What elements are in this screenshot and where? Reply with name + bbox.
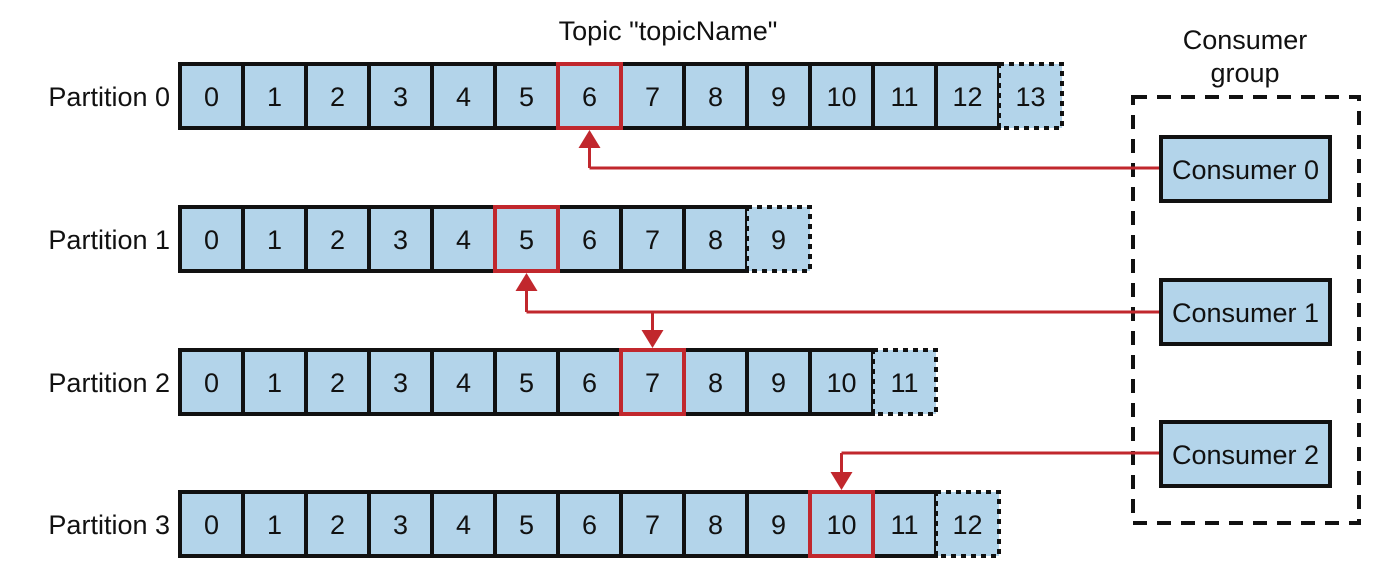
- offset-label: 1: [267, 225, 282, 255]
- offset-label: 9: [771, 510, 786, 540]
- offset-label: 0: [204, 225, 219, 255]
- offset-label: 0: [204, 510, 219, 540]
- next-offset-label: 13: [1015, 82, 1045, 112]
- arrow-head-icon: [515, 273, 538, 291]
- next-offset-label: 12: [952, 510, 982, 540]
- offset-label: 1: [267, 82, 282, 112]
- offset-label: 10: [826, 368, 856, 398]
- offset-label: 10: [826, 82, 856, 112]
- partition-label: Partition 2: [48, 368, 170, 398]
- offset-label: 2: [330, 368, 345, 398]
- offset-label: 6: [582, 368, 597, 398]
- offset-label: 4: [456, 368, 471, 398]
- offset-label: 8: [708, 82, 723, 112]
- offset-label: 7: [645, 510, 660, 540]
- kafka-consumer-group-diagram: Topic "topicName" Consumer group Partiti…: [48, 16, 1361, 558]
- offset-label: 4: [456, 82, 471, 112]
- offset-label: 0: [204, 82, 219, 112]
- offset-label: 5: [519, 82, 534, 112]
- offset-label: 5: [519, 510, 534, 540]
- consumer-group-label-line1: Consumer: [1183, 25, 1308, 55]
- offset-label: 7: [645, 225, 660, 255]
- offset-label: 3: [393, 82, 408, 112]
- offset-label: 9: [771, 82, 786, 112]
- partition-row: Partition 2 0 1 2 3 4 5 6 7 8 9 10 11: [48, 348, 938, 416]
- offset-label: 5: [519, 225, 534, 255]
- offset-label: 11: [890, 510, 918, 540]
- offset-label: 6: [582, 510, 597, 540]
- offset-label: 6: [582, 82, 597, 112]
- partition-row: Partition 0 0 1 2 3 4 5 6 7 8 9 10 11 12 13: [48, 62, 1064, 130]
- offset-label: 11: [890, 82, 918, 112]
- partition-row: Partition 1 0 1 2 3 4 5 6 7 8 9: [48, 205, 812, 273]
- offset-label: 0: [204, 368, 219, 398]
- offset-label: 2: [330, 82, 345, 112]
- offset-label: 8: [708, 510, 723, 540]
- partition-label: Partition 1: [48, 225, 170, 255]
- arrow-head-icon: [578, 130, 601, 148]
- offset-label: 7: [645, 82, 660, 112]
- offset-label: 10: [826, 510, 856, 540]
- offset-label: 4: [456, 225, 471, 255]
- consumer-label: Consumer 0: [1172, 155, 1319, 185]
- topic-title: Topic "topicName": [559, 16, 778, 46]
- offset-label: 7: [645, 368, 660, 398]
- partition-label: Partition 3: [48, 510, 170, 540]
- offset-label: 4: [456, 510, 471, 540]
- offset-label: 1: [267, 368, 282, 398]
- offset-label: 6: [582, 225, 597, 255]
- consumer-node: Consumer 1: [1159, 278, 1332, 346]
- offset-label: 5: [519, 368, 534, 398]
- offset-label: 9: [771, 368, 786, 398]
- consumer-label: Consumer 1: [1172, 298, 1319, 328]
- partition-label: Partition 0: [48, 82, 170, 112]
- offset-label: 8: [708, 225, 723, 255]
- offset-label: 3: [393, 368, 408, 398]
- arrow-head-icon: [641, 330, 664, 348]
- partition-row: Partition 3 0 1 2 3 4 5 6 7 8 9 10 11 12: [48, 490, 1001, 558]
- offset-label: 1: [267, 510, 282, 540]
- consumer-node: Consumer 0: [1159, 135, 1332, 203]
- consumer-node: Consumer 2: [1159, 420, 1332, 488]
- offset-label: 3: [393, 225, 408, 255]
- offset-label: 3: [393, 510, 408, 540]
- arrow-head-icon: [830, 472, 853, 490]
- offset-label: 2: [330, 510, 345, 540]
- next-offset-label: 9: [771, 225, 786, 255]
- consumer-group-label-line2: group: [1210, 58, 1279, 88]
- next-offset-label: 11: [890, 368, 918, 398]
- offset-label: 12: [952, 82, 982, 112]
- offset-label: 8: [708, 368, 723, 398]
- offset-label: 2: [330, 225, 345, 255]
- consumer-label: Consumer 2: [1172, 440, 1319, 470]
